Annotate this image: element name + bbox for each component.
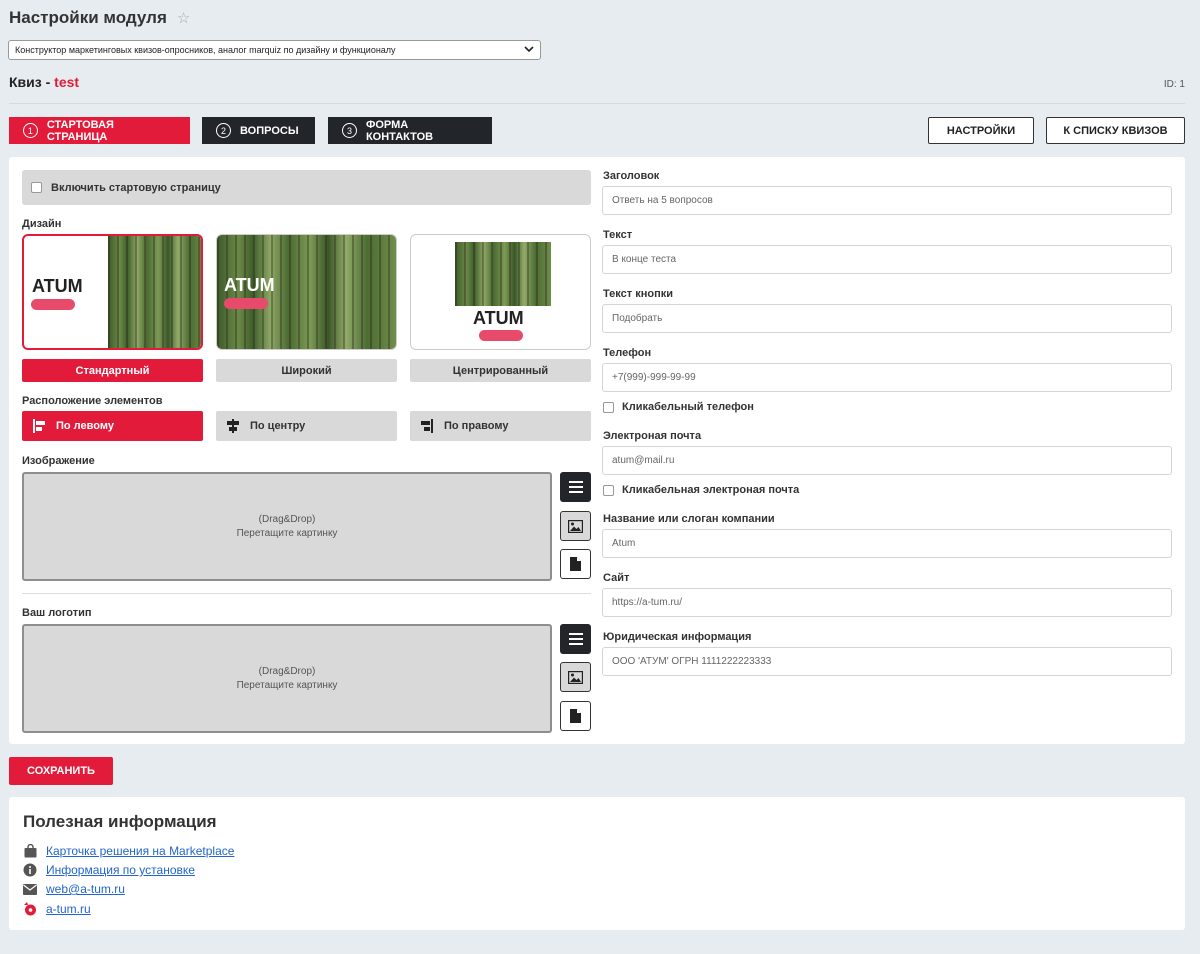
section-divider (22, 593, 591, 594)
shopping-bag-icon (23, 844, 37, 858)
preview-button (224, 298, 268, 309)
preview-logo-text: ATUM (473, 308, 524, 328)
image-icon (568, 670, 583, 684)
image-label: Изображение (22, 455, 95, 467)
chevron-down-icon (524, 44, 534, 56)
enable-start-page[interactable]: Включить стартовую страницу (22, 170, 591, 205)
logo-gallery-button[interactable] (560, 662, 591, 692)
marketplace-link[interactable]: Карточка решения на Marketplace (46, 844, 234, 858)
preview-logo-text: ATUM (224, 275, 275, 295)
quiz-title: Квиз - test (9, 74, 80, 90)
text-input[interactable]: В конце теста (602, 245, 1172, 274)
site-input[interactable]: https://a-tum.ru/ (602, 588, 1172, 617)
envelope-icon (23, 882, 37, 896)
design-label: Дизайн (22, 218, 62, 230)
align-left-button[interactable]: По левому (22, 411, 203, 441)
image-menu-button[interactable] (560, 472, 591, 502)
email-clickable-checkbox[interactable] (603, 484, 614, 496)
save-button[interactable]: СОХРАНИТЬ (9, 757, 113, 785)
site-label: Сайт (603, 572, 630, 584)
button-text-label: Текст кнопки (603, 288, 673, 300)
company-input[interactable]: Atum (602, 529, 1172, 558)
preview-button (479, 330, 523, 341)
design-centered-button[interactable]: Центрированный (410, 359, 591, 382)
design-centered-preview[interactable]: ATUM (410, 234, 591, 350)
align-right-icon (420, 419, 434, 433)
image-dropzone[interactable]: (Drag&Drop) Перетащите картинку (22, 472, 552, 581)
phone-label: Телефон (603, 347, 652, 359)
text-label: Текст (603, 229, 633, 241)
align-right-button[interactable]: По правому (410, 411, 591, 441)
email-input[interactable]: atum@mail.ru (602, 446, 1172, 475)
star-icon[interactable]: ☆ (177, 9, 190, 27)
file-icon (570, 709, 581, 723)
enable-start-checkbox[interactable] (31, 182, 42, 193)
legal-label: Юридическая информация (603, 631, 752, 643)
page-title: Настройки модуля ☆ (9, 8, 191, 27)
email-clickable-option[interactable]: Кликабельная электроная почта (603, 484, 799, 496)
install-info-link[interactable]: Информация по установке (46, 863, 195, 877)
install-link-row: Информация по установке (23, 863, 195, 877)
site-link[interactable]: a-tum.ru (46, 902, 91, 916)
align-center-icon (226, 419, 240, 433)
logo-file-button[interactable] (560, 701, 591, 731)
logo-label: Ваш логотип (22, 607, 92, 619)
design-standard-preview[interactable]: ATUM (22, 234, 203, 350)
atum-logo-icon (23, 902, 37, 916)
menu-icon (568, 481, 583, 493)
marketplace-link-row: Карточка решения на Marketplace (23, 844, 234, 858)
quiz-id: ID: 1 (1163, 79, 1185, 90)
image-gallery-button[interactable] (560, 511, 591, 541)
email-link-row: web@a-tum.ru (23, 882, 125, 896)
button-text-input[interactable]: Подобрать (602, 304, 1172, 333)
phone-input[interactable]: +7(999)-999-99-99 (602, 363, 1172, 392)
module-select[interactable]: Конструктор маркетинговых квизов-опросни… (8, 40, 541, 60)
image-file-button[interactable] (560, 549, 591, 579)
quiz-list-button[interactable]: К СПИСКУ КВИЗОВ (1046, 117, 1185, 144)
image-icon (568, 519, 583, 533)
phone-clickable-option[interactable]: Кликабельный телефон (603, 401, 754, 413)
tab-contact-form[interactable]: 3 Форма контактов (328, 117, 492, 144)
align-left-icon (32, 419, 46, 433)
logo-dropzone[interactable]: (Drag&Drop) Перетащите картинку (22, 624, 552, 733)
align-center-button[interactable]: По центру (216, 411, 397, 441)
forest-image (455, 242, 551, 306)
file-icon (570, 557, 581, 571)
email-link[interactable]: web@a-tum.ru (46, 882, 125, 896)
tab-questions[interactable]: 2 Вопросы (202, 117, 315, 144)
align-label: Расположение элементов (22, 395, 163, 407)
legal-input[interactable]: ООО 'АТУМ' ОГРН 1111222223333 (602, 647, 1172, 676)
settings-button[interactable]: НАСТРОЙКИ (928, 117, 1034, 144)
company-label: Название или слоган компании (603, 513, 775, 525)
heading-label: Заголовок (603, 170, 660, 182)
heading-input[interactable]: Ответь на 5 вопросов (602, 186, 1172, 215)
logo-menu-button[interactable] (560, 624, 591, 654)
phone-clickable-checkbox[interactable] (603, 401, 614, 413)
menu-icon (568, 633, 583, 645)
design-wide-preview[interactable]: ATUM (216, 234, 397, 350)
tab-start-page[interactable]: 1 Стартовая страница (9, 117, 190, 144)
design-standard-button[interactable]: Стандартный (22, 359, 203, 382)
email-label: Электроная почта (603, 430, 702, 442)
preview-button (31, 299, 75, 310)
info-title: Полезная информация (23, 812, 217, 831)
site-link-row: a-tum.ru (23, 902, 91, 916)
forest-image (108, 236, 201, 348)
design-wide-button[interactable]: Широкий (216, 359, 397, 382)
divider (9, 103, 1185, 104)
info-icon (23, 863, 37, 877)
preview-logo-text: ATUM (32, 276, 83, 296)
